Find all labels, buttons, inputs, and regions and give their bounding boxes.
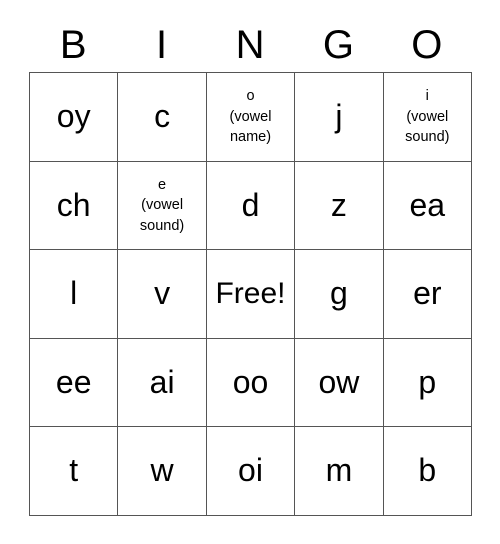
bingo-cell-r1c5[interactable]: i (vowel sound) [383, 73, 472, 162]
bingo-cell-label: i (vowel sound) [405, 87, 450, 146]
bingo-cell-r4c3[interactable]: oo [206, 338, 296, 428]
bingo-cell-r2c1[interactable]: ch [30, 161, 119, 251]
bingo-cell-label: ow [318, 363, 360, 400]
bingo-grid: oy c o (vowel name) j i (vowel sound) ch e (vo… [29, 72, 472, 516]
bingo-cell-r3c3[interactable]: Free! [206, 250, 296, 339]
bingo-cell-r4c5[interactable]: p [383, 338, 472, 428]
bingo-cell-label: z [330, 186, 347, 223]
column-header-g: G [322, 23, 354, 67]
bingo-cell-r5c5[interactable]: b [383, 427, 472, 516]
bingo-cell-r3c5[interactable]: er [383, 250, 472, 339]
bingo-cell-r1c1[interactable]: oy [30, 73, 119, 162]
bingo-cell-label: ee [55, 363, 92, 400]
bingo-cell-label: o (vowel name) [229, 87, 272, 146]
bingo-cell-label: w [150, 452, 174, 489]
bingo-column-headers: B I N G O [29, 18, 471, 72]
bingo-cell-r4c4[interactable]: ow [295, 338, 384, 428]
bingo-cell-label: ai [149, 363, 175, 400]
column-header-i: I [156, 23, 168, 67]
bingo-cell-r2c2[interactable]: e (vowel sound) [118, 161, 207, 251]
bingo-cell-r1c4[interactable]: j [295, 73, 384, 162]
bingo-cell-r5c1[interactable]: t [30, 427, 119, 516]
bingo-cell-r4c1[interactable]: ee [30, 338, 119, 428]
bingo-card: B I N G O oy c o (vowel name) j i (vowel sou… [29, 18, 472, 516]
bingo-cell-label: t [69, 452, 79, 489]
bingo-cell-label: oy [56, 98, 91, 134]
bingo-cell-label: c [154, 98, 171, 134]
bingo-cell-r3c2[interactable]: v [118, 250, 207, 339]
bingo-cell-r1c3[interactable]: o (vowel name) [206, 73, 296, 162]
bingo-cell-r3c1[interactable]: l [30, 250, 119, 339]
bingo-cell-r2c3[interactable]: d [206, 161, 296, 251]
bingo-cell-label: l [70, 275, 78, 312]
bingo-cell-label: oi [238, 452, 263, 489]
bingo-cell-r4c2[interactable]: ai [118, 338, 207, 428]
bingo-cell-r2c4[interactable]: z [295, 161, 384, 251]
bingo-cell-r2c5[interactable]: ea [383, 161, 472, 251]
column-header-b: B [59, 23, 87, 67]
bingo-cell-r5c3[interactable]: oi [206, 427, 296, 516]
column-header-n: N [235, 23, 265, 67]
bingo-cell-label: b [418, 452, 437, 489]
bingo-cell-label: v [154, 275, 171, 312]
bingo-cell-label: ch [56, 186, 91, 223]
bingo-cell-label: j [335, 98, 343, 134]
bingo-cell-label: ea [409, 186, 446, 223]
column-header-o: O [411, 23, 443, 67]
bingo-cell-label: er [413, 275, 442, 312]
bingo-cell-r5c2[interactable]: w [118, 427, 207, 516]
bingo-cell-label: m [325, 452, 353, 489]
bingo-cell-label: oo [232, 363, 269, 400]
bingo-cell-label: p [418, 363, 437, 400]
bingo-cell-label: e (vowel sound) [139, 176, 185, 234]
bingo-cell-r5c4[interactable]: m [295, 427, 384, 516]
bingo-cell-r1c2[interactable]: c [118, 73, 207, 162]
bingo-cell-r3c4[interactable]: g [295, 250, 384, 339]
bingo-cell-label: Free! [215, 277, 286, 311]
bingo-cell-label: g [329, 275, 348, 312]
bingo-cell-label: d [241, 186, 260, 223]
